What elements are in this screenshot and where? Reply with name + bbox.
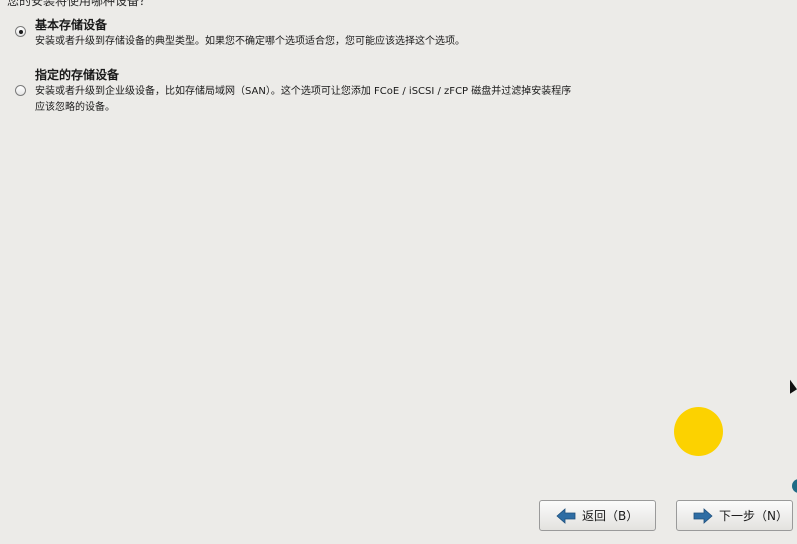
cursor-highlight-indicator xyxy=(674,407,723,456)
option-specialized-storage-title: 指定的存储设备 xyxy=(35,68,120,82)
option-specialized-storage-description-line: 安装或者升级到企业级设备，比如存储局域网（SAN）。这个选项可让您添加 FCoE… xyxy=(35,86,572,97)
back-button[interactable]: 返回（B） xyxy=(539,500,656,531)
option-specialized-storage-description: 安装或者升级到企业级设备，比如存储局域网（SAN）。这个选项可让您添加 FCoE… xyxy=(35,84,571,116)
page-header-text: 您的安装将使用哪种设备？ xyxy=(7,0,152,8)
arrow-left-icon xyxy=(556,507,576,524)
edge-tab-icon xyxy=(792,479,797,493)
option-basic-storage-description-line: 安装或者升级到存储设备的典型类型。如果您不确定哪个选项适合您，您可能应该选择这个… xyxy=(35,36,465,47)
radio-specialized-storage[interactable] xyxy=(15,85,26,96)
option-specialized-storage-description-line: 应该忽略的设备。 xyxy=(35,102,115,113)
next-button-label: 下一步（N） xyxy=(719,509,788,523)
next-button[interactable]: 下一步（N） xyxy=(676,500,793,531)
radio-basic-storage[interactable] xyxy=(15,26,26,37)
option-basic-storage-title: 基本存储设备 xyxy=(35,18,108,32)
arrow-right-icon xyxy=(693,507,713,524)
mouse-pointer-icon xyxy=(790,379,797,397)
option-basic-storage-description: 安装或者升级到存储设备的典型类型。如果您不确定哪个选项适合您，您可能应该选择这个… xyxy=(35,34,465,50)
radio-selected-dot xyxy=(18,29,23,34)
back-button-label: 返回（B） xyxy=(582,509,639,523)
